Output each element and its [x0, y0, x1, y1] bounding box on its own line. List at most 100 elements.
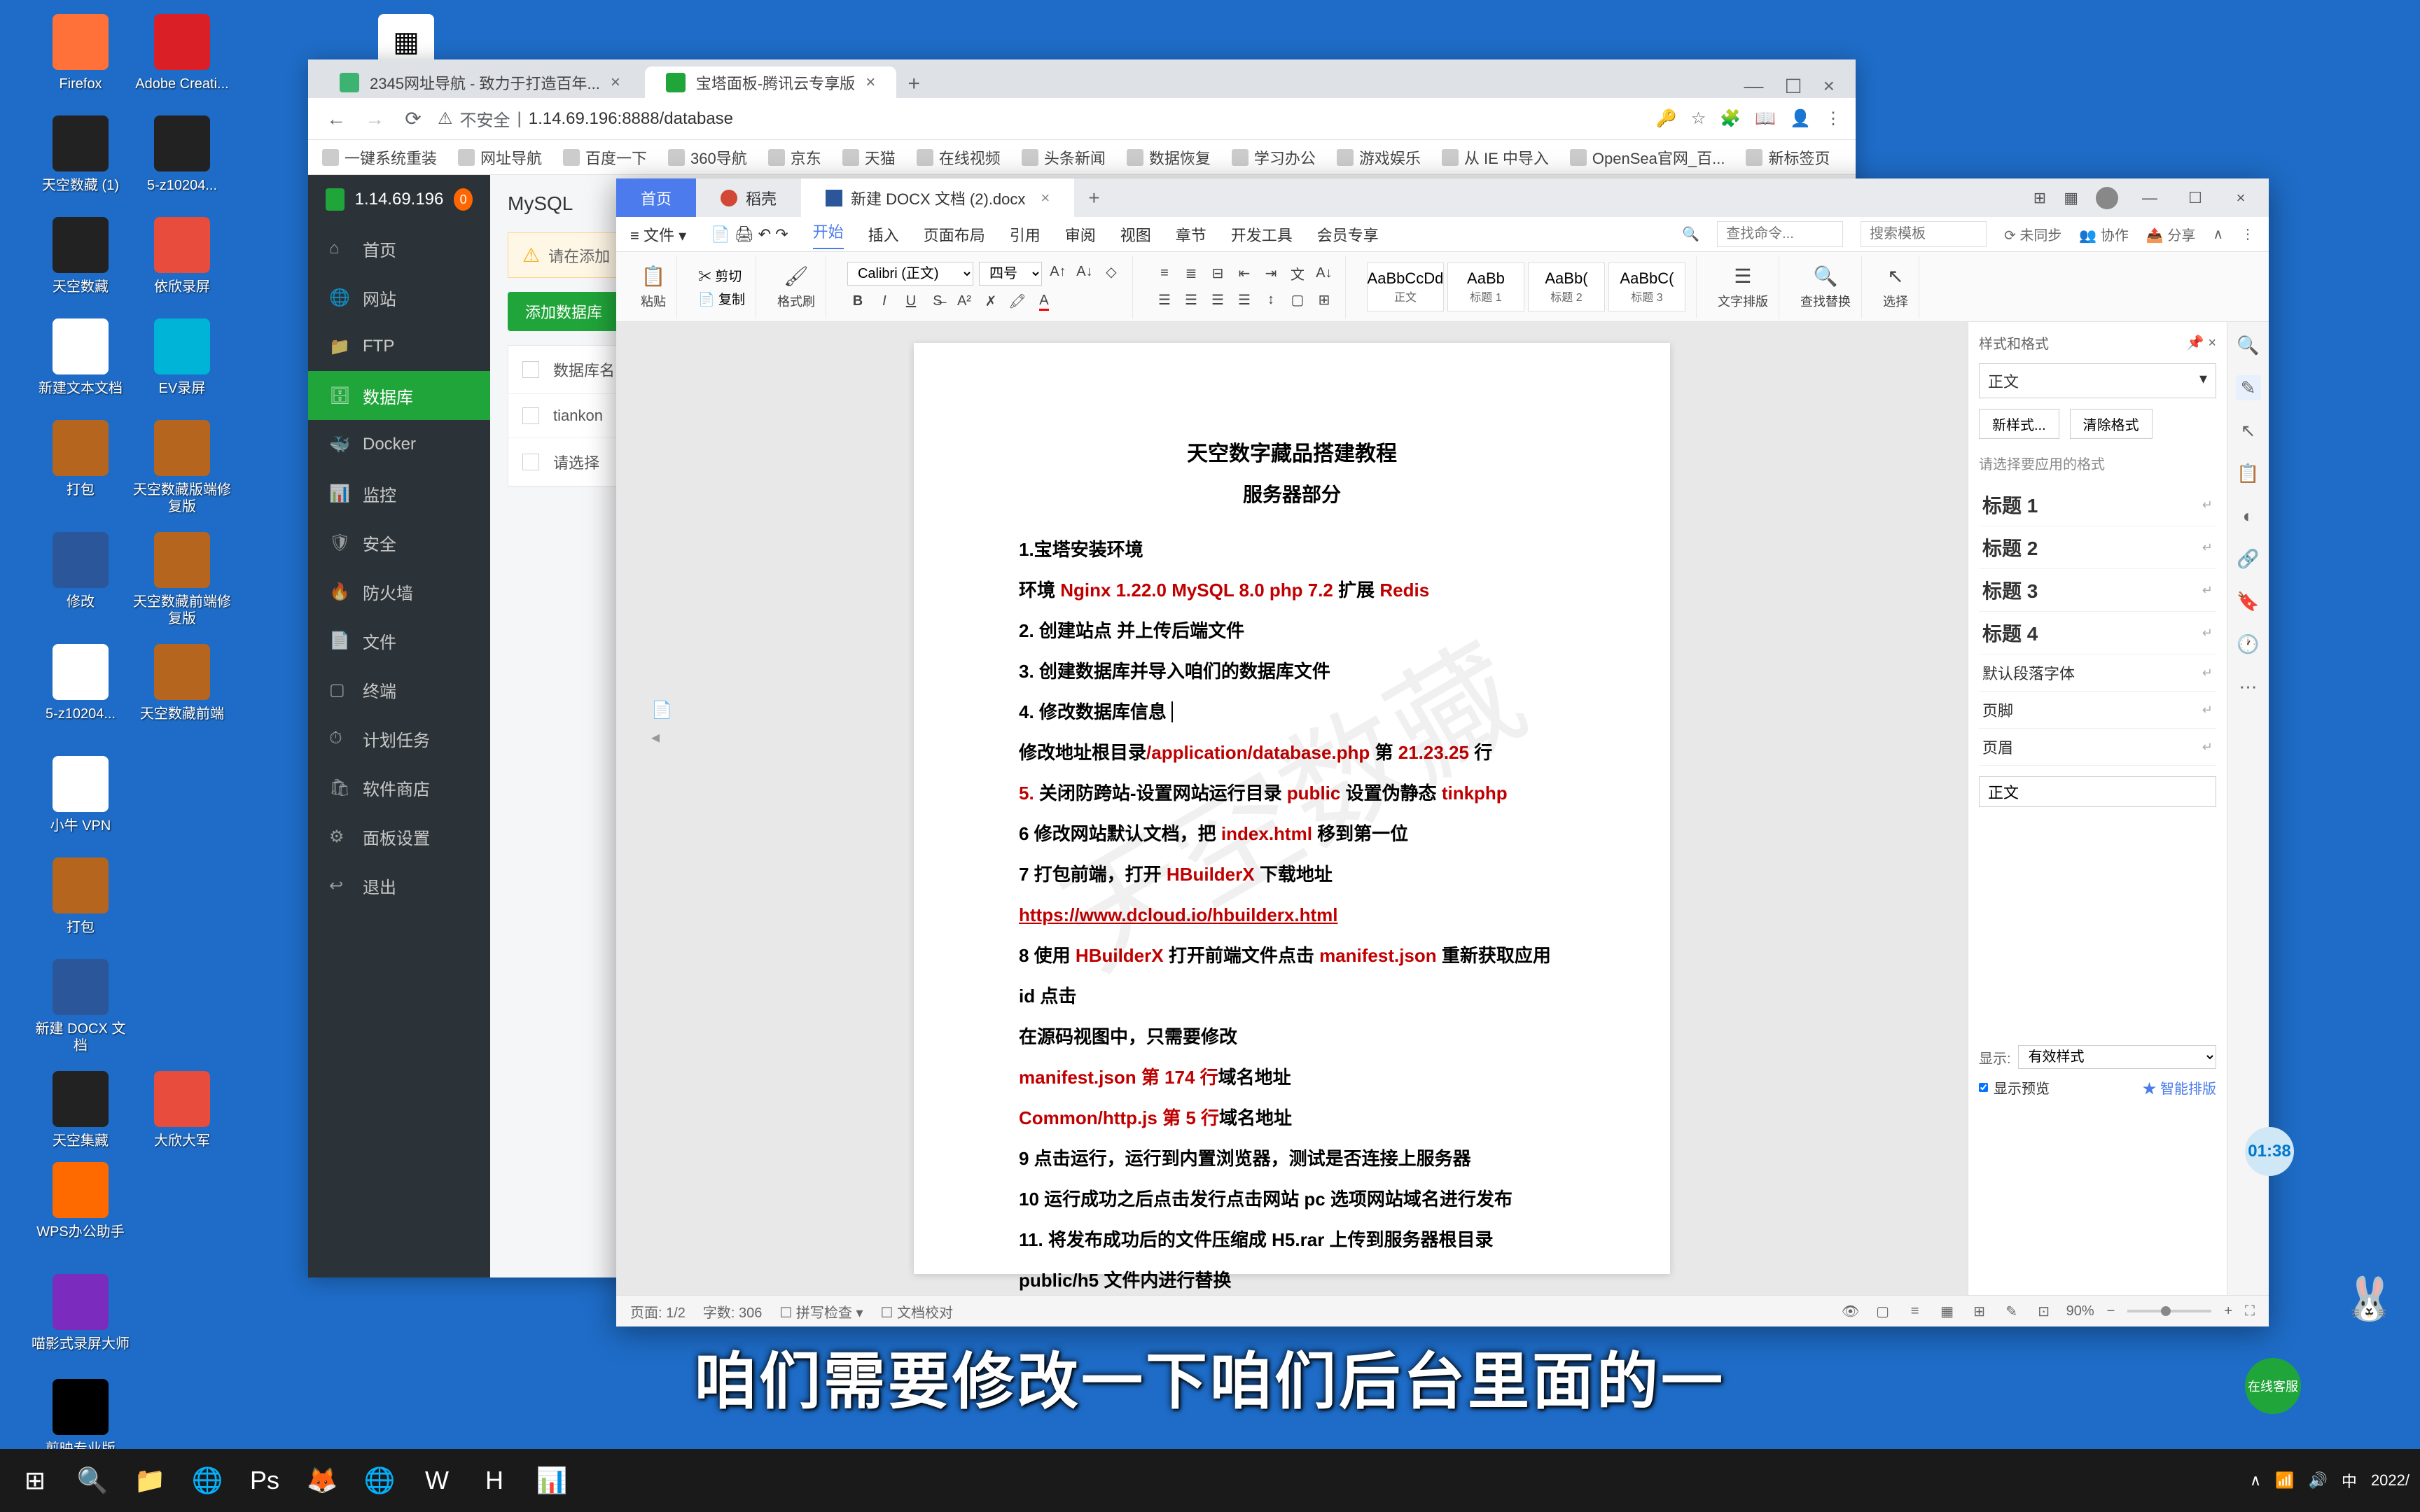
borders-icon[interactable]: ⊞ — [1314, 290, 1335, 311]
bookmark-item[interactable]: 360导航 — [668, 146, 747, 169]
menu-review[interactable]: 审阅 — [1065, 223, 1096, 246]
desktop-icon[interactable]: WPS办公助手 — [32, 1162, 130, 1240]
clear-format-button[interactable]: 清除格式 — [2070, 409, 2153, 439]
bookmark-item[interactable]: 数据恢复 — [1127, 146, 1211, 169]
taskbar-app-icon[interactable]: Ps — [240, 1456, 289, 1505]
minimize-icon[interactable]: — — [1744, 75, 1764, 98]
more-icon[interactable]: ⋮ — [2241, 225, 2255, 243]
menu-vip[interactable]: 会员专享 — [1317, 223, 1379, 246]
align-center-icon[interactable]: ☰ — [1181, 290, 1202, 311]
bookmark-item[interactable]: OpenSea官网_百... — [1570, 146, 1725, 169]
desktop-icon[interactable]: 5-z10204... — [133, 115, 231, 194]
desktop-icon[interactable]: 大欣大军 — [133, 1071, 231, 1149]
menu-devtools[interactable]: 开发工具 — [1231, 223, 1293, 246]
desktop-icon[interactable]: 小牛 VPN — [32, 756, 130, 834]
back-button[interactable]: ← — [322, 105, 350, 133]
bold-icon[interactable]: B — [847, 291, 868, 312]
text-effect-icon[interactable]: ✗ — [980, 291, 1001, 312]
key-icon[interactable]: 🔑 — [1656, 108, 1677, 129]
bullet-list-icon[interactable]: ≡ — [1154, 263, 1175, 284]
taskbar-app-icon[interactable]: 🔍 — [68, 1456, 117, 1505]
new-tab-button[interactable]: + — [900, 70, 928, 98]
desktop-icon[interactable]: 新建 DOCX 文档 — [32, 959, 130, 1054]
chevron-down-icon[interactable]: ∧ — [2213, 225, 2223, 243]
text-direction-icon[interactable]: 文 — [1287, 263, 1308, 284]
highlight-icon[interactable]: 🖍 — [1007, 291, 1028, 312]
pin-icon[interactable]: 📌 — [2187, 335, 2204, 351]
zoom-in-icon[interactable]: + — [2224, 1303, 2232, 1320]
menu-chapter[interactable]: 章节 — [1176, 223, 1206, 246]
command-search-input[interactable] — [1717, 221, 1843, 247]
taskbar-app-icon[interactable]: ⊞ — [11, 1456, 60, 1505]
bt-menu-软件商店[interactable]: 🛍软件商店 — [308, 763, 490, 812]
menu-file-dropdown[interactable]: ≡ 文件 ▾ — [630, 223, 686, 246]
taskbar-app-icon[interactable]: 📁 — [125, 1456, 174, 1505]
bookmark-item[interactable]: 天猫 — [842, 146, 896, 169]
taskbar-app-icon[interactable]: H — [470, 1456, 519, 1505]
zoom-level[interactable]: 90% — [2066, 1303, 2094, 1320]
increase-font-icon[interactable]: A↑ — [1048, 262, 1069, 283]
desktop-icon[interactable]: 新建文本文档 — [32, 318, 130, 397]
style-list-item[interactable]: 页眉↵ — [1979, 729, 2216, 766]
layout-icon[interactable]: ⊞ — [2033, 189, 2046, 207]
page-nav-icon[interactable]: ◂ — [651, 727, 672, 748]
strike-icon[interactable]: S̶ — [927, 291, 948, 312]
zoom-slider[interactable] — [2127, 1310, 2211, 1312]
fullscreen-icon[interactable]: ⛶ — [2245, 1303, 2255, 1320]
clipboard-icon[interactable]: 📋 — [2236, 461, 2261, 486]
page-nav-icon[interactable]: 📄 — [651, 700, 672, 720]
bt-menu-Docker[interactable]: 🐳Docker — [308, 420, 490, 469]
new-tab-button[interactable]: + — [1074, 178, 1113, 217]
extension-icon[interactable]: 🧩 — [1720, 108, 1741, 129]
menu-start[interactable]: 开始 — [813, 220, 844, 249]
tray-item[interactable]: 中 — [2342, 1469, 2357, 1492]
bookmark-item[interactable]: 一键系统重装 — [322, 146, 437, 169]
bt-menu-首页[interactable]: ⌂首页 — [308, 224, 490, 273]
style-preview[interactable]: AaBb(标题 2 — [1528, 262, 1605, 312]
word-count[interactable]: 字数: 306 — [703, 1301, 762, 1322]
menu-layout[interactable]: 页面布局 — [924, 223, 985, 246]
increase-indent-icon[interactable]: ⇥ — [1260, 263, 1281, 284]
wps-tab-home[interactable]: 首页 — [616, 178, 696, 217]
grid-icon[interactable]: ▦ — [2064, 189, 2078, 207]
font-size-select[interactable]: 四号 — [979, 262, 1042, 286]
bookmark-icon[interactable]: 🔖 — [2236, 589, 2261, 614]
copy-button[interactable]: 📄 复制 — [698, 289, 745, 308]
shapes-icon[interactable]: ◐ — [2236, 503, 2261, 528]
show-filter-select[interactable]: 有效样式 — [2018, 1045, 2216, 1069]
share-button[interactable]: 📤 分享 — [2146, 224, 2195, 244]
preview-checkbox[interactable] — [1979, 1083, 1988, 1092]
bookmark-item[interactable]: 在线视频 — [917, 146, 1001, 169]
style-preview[interactable]: AaBbC(标题 3 — [1608, 262, 1685, 312]
bt-notification-badge[interactable]: 0 — [454, 188, 473, 211]
url-input[interactable]: ⚠ 不安全 | 1.14.69.196:8888/database — [438, 106, 1646, 131]
menu-icon[interactable]: ⋮ — [1825, 108, 1842, 129]
taskbar-app-icon[interactable]: 🦊 — [298, 1456, 347, 1505]
bt-menu-计划任务[interactable]: ⏱计划任务 — [308, 714, 490, 763]
draft-icon[interactable]: ✎ — [2002, 1301, 2022, 1321]
smart-layout-link[interactable]: ★ 智能排版 — [2142, 1077, 2216, 1098]
decrease-font-icon[interactable]: A↓ — [1074, 262, 1095, 283]
menu-view[interactable]: 视图 — [1120, 223, 1151, 246]
profile-icon[interactable]: 👤 — [1790, 108, 1811, 129]
minimize-icon[interactable]: — — [2136, 184, 2164, 212]
bookmark-item[interactable]: 新标签页 — [1746, 146, 1830, 169]
style-list-item[interactable]: 默认段落字体↵ — [1979, 654, 2216, 692]
browser-tab-baota[interactable]: 宝塔面板-腾讯云专享版 × — [645, 66, 896, 98]
link-icon[interactable]: 🔗 — [2236, 546, 2261, 571]
close-tab-icon[interactable]: × — [1041, 189, 1050, 207]
desktop-icon[interactable]: 天空数藏前端修复版 — [133, 532, 231, 627]
template-search-input[interactable] — [1861, 221, 1987, 247]
select-icon[interactable]: ↖ — [2236, 418, 2261, 443]
bookmark-item[interactable]: 从 IE 中导入 — [1442, 146, 1549, 169]
bt-menu-文件[interactable]: 📄文件 — [308, 616, 490, 665]
desktop-icon[interactable]: 天空数藏版端修复版 — [133, 420, 231, 515]
maximize-icon[interactable]: ☐ — [1785, 75, 1802, 98]
forward-button[interactable]: → — [361, 105, 389, 133]
superscript-icon[interactable]: A² — [954, 291, 975, 312]
reading-icon[interactable]: ▦ — [1938, 1301, 1957, 1321]
add-database-button[interactable]: 添加数据库 — [508, 292, 620, 331]
desktop-icon[interactable]: Adobe Creati... — [133, 14, 231, 92]
bt-menu-数据库[interactable]: 🗄数据库 — [308, 371, 490, 420]
italic-icon[interactable]: I — [874, 291, 895, 312]
